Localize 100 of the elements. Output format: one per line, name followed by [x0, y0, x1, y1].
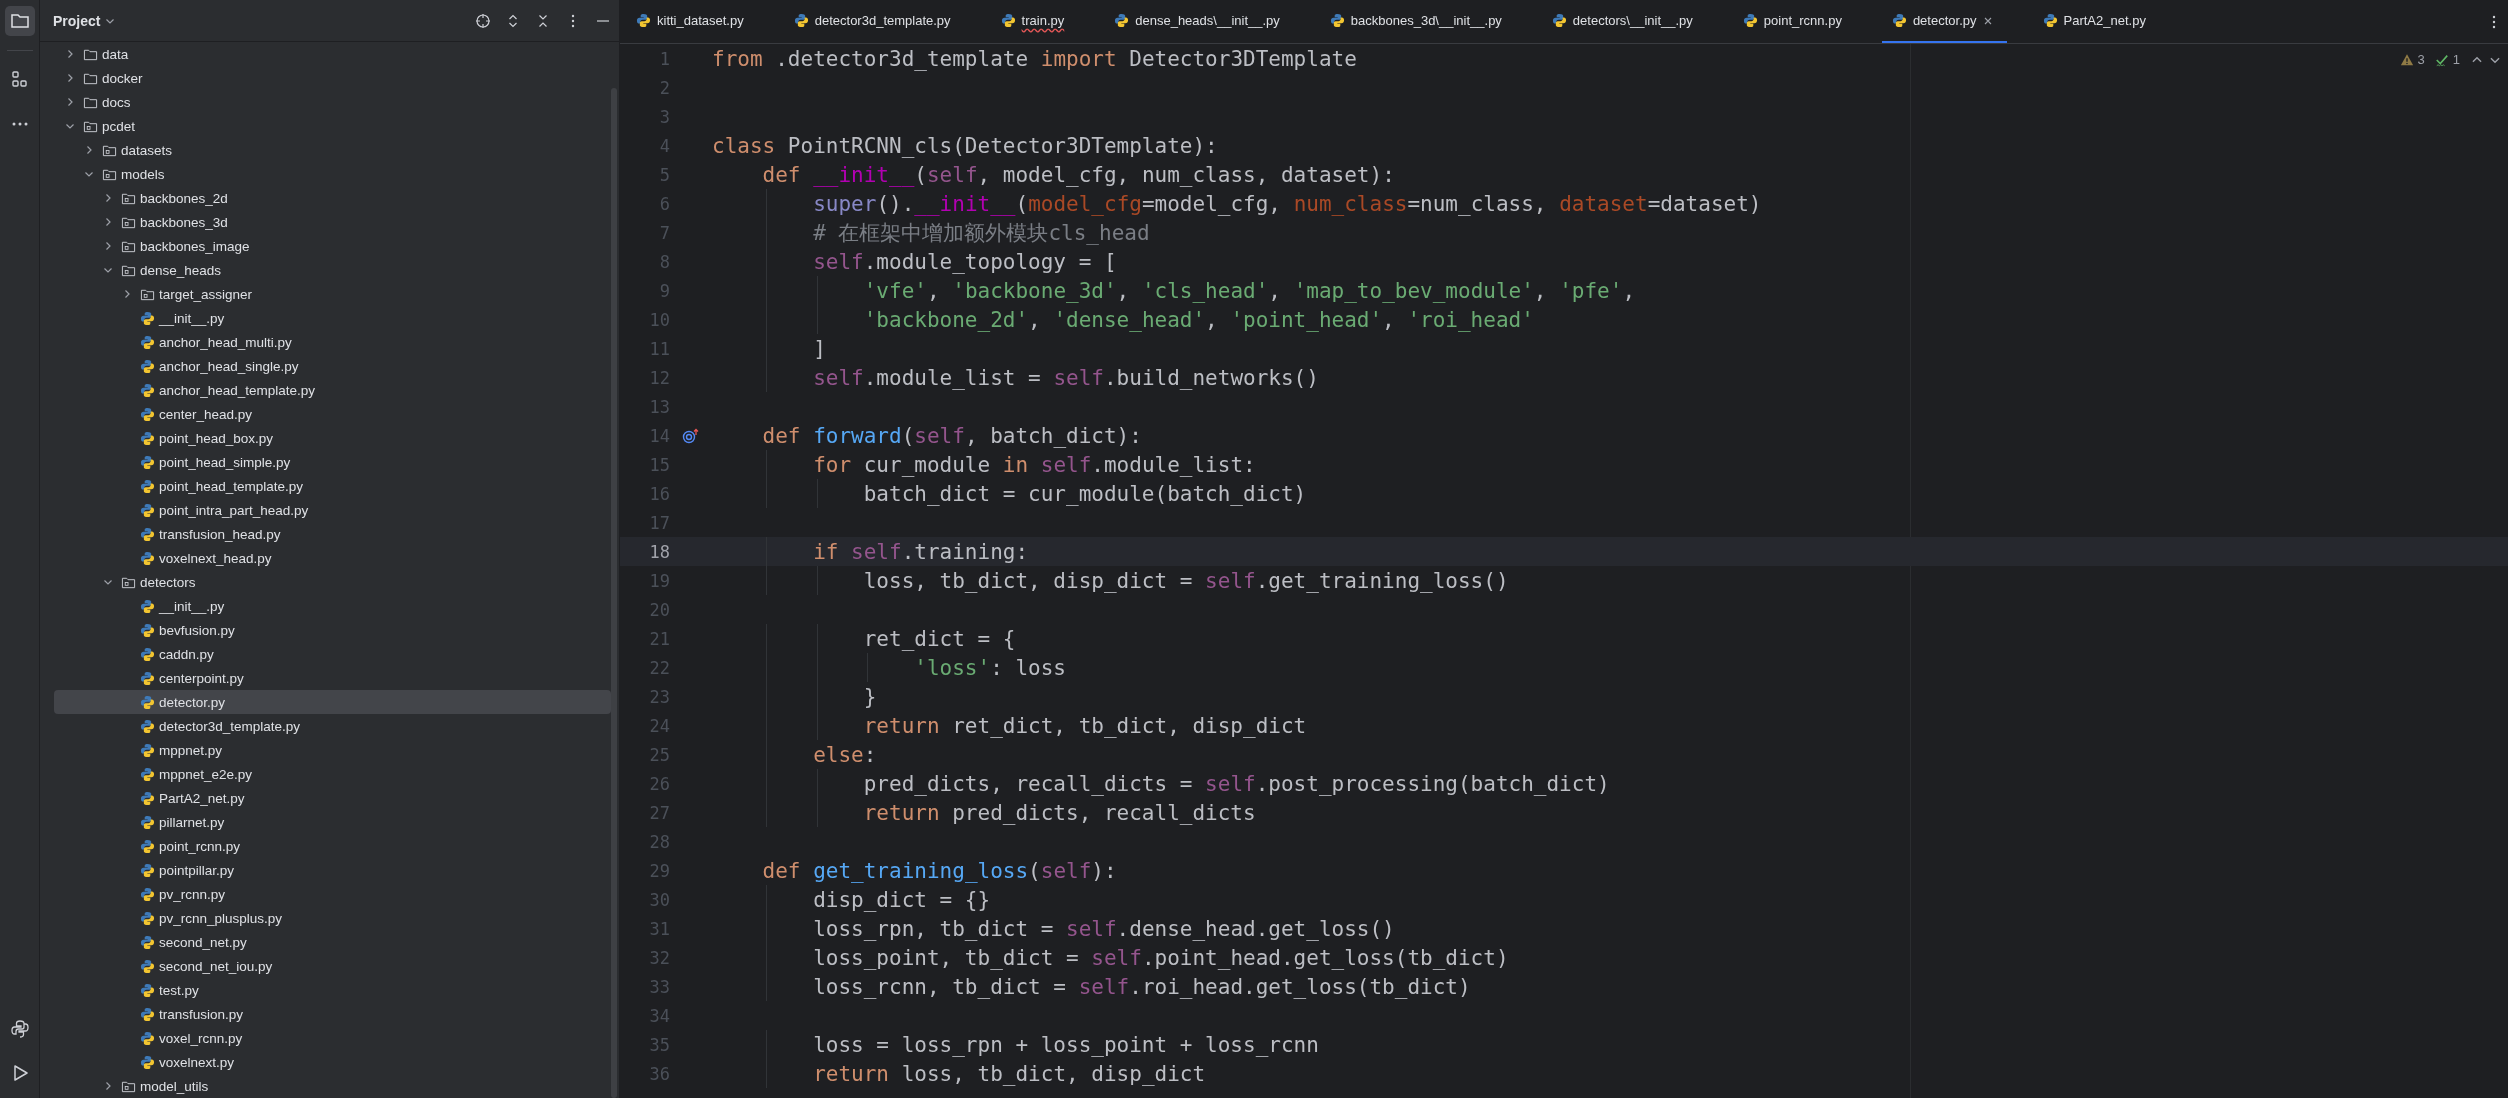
- editor-tab[interactable]: detector.py: [1881, 0, 2007, 43]
- check-icon[interactable]: [2434, 52, 2449, 67]
- code-line: loss_rcnn, tb_dict = self.roi_head.get_loss(tb_dict): [812, 974, 1471, 999]
- python-file-icon: [140, 1006, 155, 1022]
- tree-item[interactable]: point_intra_part_head.py: [54, 498, 611, 522]
- tree-item-label: docs: [102, 94, 131, 110]
- tree-item[interactable]: anchor_head_single.py: [54, 354, 611, 378]
- code-line: for cur_module in self.module_list:: [812, 452, 1256, 477]
- tree-item[interactable]: point_head_box.py: [54, 426, 611, 450]
- tree-item-label: point_head_simple.py: [159, 454, 291, 470]
- tree-item[interactable]: center_head.py: [54, 402, 611, 426]
- python-file-icon: [140, 718, 155, 734]
- tree-item[interactable]: pv_rcnn_plusplus.py: [54, 906, 611, 930]
- tree-item[interactable]: backbones_3d: [54, 210, 611, 234]
- close-icon[interactable]: [1982, 15, 1993, 26]
- panel-title[interactable]: Project: [53, 12, 101, 29]
- tree-item[interactable]: pillarnet.py: [54, 810, 611, 834]
- tree-item[interactable]: voxel_rcnn.py: [54, 1026, 611, 1050]
- tree-item[interactable]: dense_heads: [54, 258, 611, 282]
- tree-item[interactable]: point_head_template.py: [54, 474, 611, 498]
- tree-item-label: pcdet: [102, 118, 136, 134]
- tree-item[interactable]: point_rcnn.py: [54, 834, 611, 858]
- tree-item[interactable]: detector3d_template.py: [54, 714, 611, 738]
- tree-item[interactable]: voxelnext_head.py: [54, 546, 611, 570]
- tree-item[interactable]: second_net.py: [54, 930, 611, 954]
- tree-item[interactable]: backbones_2d: [54, 186, 611, 210]
- tree-item-label: docker: [102, 70, 143, 86]
- tree-item[interactable]: transfusion_head.py: [54, 522, 611, 546]
- tree-item[interactable]: mppnet.py: [54, 738, 611, 762]
- crosshair-icon[interactable]: [475, 12, 491, 29]
- weak-warning-count[interactable]: 1: [2452, 52, 2460, 67]
- tree-item[interactable]: transfusion.py: [54, 1002, 611, 1026]
- tree-item[interactable]: pointpillar.py: [54, 858, 611, 882]
- code-line: def __init__(self, model_cfg, num_class, dataset):: [761, 162, 1395, 187]
- editor-tab[interactable]: detector3d_template.py: [783, 0, 965, 43]
- code-line: return ret_dict, tb_dict, disp_dict: [862, 713, 1307, 738]
- code-line: loss_rpn, tb_dict = self.dense_head.get_loss(): [812, 916, 1395, 941]
- editor-tab[interactable]: PartA2_net.py: [2032, 0, 2160, 43]
- tree-item[interactable]: second_net_iou.py: [54, 954, 611, 978]
- tree-item-label: point_intra_part_head.py: [159, 502, 309, 518]
- tree-item[interactable]: voxelnext.py: [54, 1050, 611, 1074]
- tree-item[interactable]: caddn.py: [54, 642, 611, 666]
- tab-label: detector3d_template.py: [814, 13, 951, 28]
- tree-item[interactable]: anchor_head_template.py: [54, 378, 611, 402]
- tree-item[interactable]: backbones_image: [54, 234, 611, 258]
- tree-item-label: target_assigner: [159, 286, 253, 302]
- warning-count[interactable]: 3: [2417, 52, 2425, 67]
- override-marker-icon[interactable]: [682, 427, 700, 444]
- tree-item[interactable]: PartA2_net.py: [54, 786, 611, 810]
- tree-item[interactable]: point_head_simple.py: [54, 450, 611, 474]
- tree-item[interactable]: bevfusion.py: [54, 618, 611, 642]
- editor-tab[interactable]: detectors\__init__.py: [1541, 0, 1707, 43]
- python-file-icon: [140, 502, 155, 518]
- python-file-icon: [140, 1030, 155, 1046]
- editor-tab[interactable]: point_rcnn.py: [1732, 0, 1856, 43]
- tree-item[interactable]: models: [54, 162, 611, 186]
- tree-item-label: __init__.py: [159, 310, 225, 326]
- tree-item-label: model_utils: [140, 1078, 209, 1094]
- tree-item-label: detector.py: [159, 694, 226, 710]
- code-line: from .detector3d_template import Detector3DTemplate: [712, 46, 1357, 71]
- tree-item[interactable]: pcdet: [54, 114, 611, 138]
- tree-item[interactable]: detectors: [54, 570, 611, 594]
- python-file-icon: [140, 958, 155, 974]
- python-file-icon: [1329, 13, 1345, 28]
- tree-item-label: pv_rcnn_plusplus.py: [159, 910, 283, 926]
- tree-item-label: models: [121, 166, 165, 182]
- tree-item[interactable]: model_utils: [54, 1074, 611, 1098]
- scrollbar[interactable]: [611, 88, 617, 1098]
- python-file-icon: [1551, 13, 1567, 28]
- tree-item[interactable]: centerpoint.py: [54, 666, 611, 690]
- editor-tab[interactable]: train.py: [990, 0, 1079, 43]
- tree-item[interactable]: __init__.py: [54, 306, 611, 330]
- tree-item[interactable]: detector.py: [54, 690, 611, 714]
- tree-item[interactable]: datasets: [54, 138, 611, 162]
- tree-item[interactable]: docs: [54, 90, 611, 114]
- tree-item[interactable]: data: [54, 42, 611, 66]
- folder-icon[interactable]: [4, 6, 35, 36]
- tree-item[interactable]: __init__.py: [54, 594, 611, 618]
- code-line: self.module_list = self.build_networks(): [812, 365, 1319, 390]
- python-file-icon: [140, 454, 155, 470]
- python-file-icon: [140, 1054, 155, 1070]
- tab-label: detectors\__init__.py: [1572, 13, 1693, 28]
- tree-item[interactable]: pv_rcnn.py: [54, 882, 611, 906]
- tree-item[interactable]: docker: [54, 66, 611, 90]
- editor-tab[interactable]: dense_heads\__init__.py: [1104, 0, 1294, 43]
- code-line: loss, tb_dict, disp_dict = self.get_training_loss(): [862, 568, 1509, 593]
- tree-item-label: detectors: [140, 574, 196, 590]
- python-file-icon: [140, 358, 155, 374]
- tree-item[interactable]: target_assigner: [54, 282, 611, 306]
- warning-icon[interactable]: [2399, 52, 2414, 67]
- editor-tab[interactable]: kitti_dataset.py: [626, 0, 758, 43]
- tree-item[interactable]: anchor_head_multi.py: [54, 330, 611, 354]
- tree-item-label: anchor_head_single.py: [159, 358, 299, 374]
- python-file-icon: [140, 886, 155, 902]
- tree-item-label: mppnet.py: [159, 742, 223, 758]
- editor-tab[interactable]: backbones_3d\__init__.py: [1319, 0, 1516, 43]
- code-line: def forward(self, batch_dict):: [761, 423, 1142, 448]
- tree-item[interactable]: mppnet_e2e.py: [54, 762, 611, 786]
- tree-item[interactable]: test.py: [54, 978, 611, 1002]
- python-file-icon: [140, 862, 155, 878]
